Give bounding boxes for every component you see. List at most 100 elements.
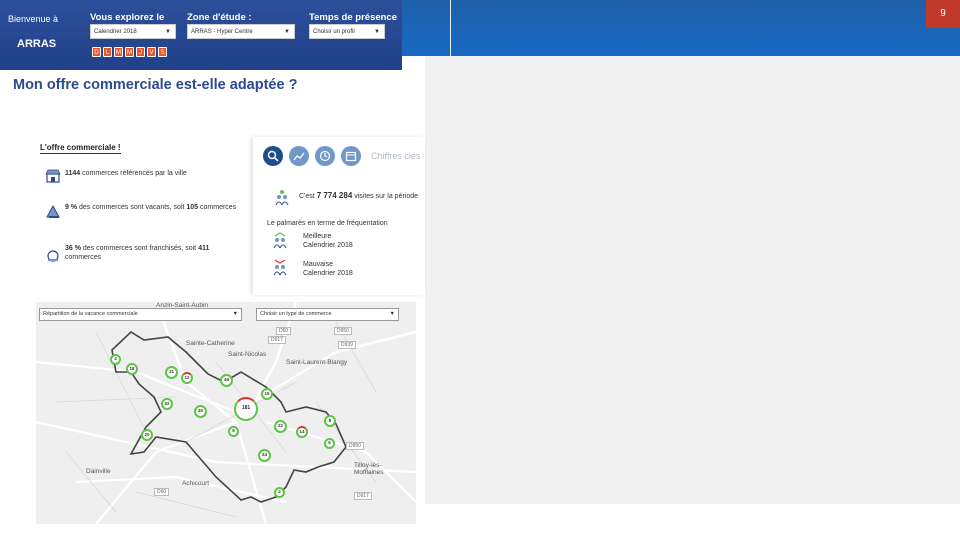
map-panel[interactable]: Répartition de la vacance commerciale ▼ … [36,302,416,524]
stat-vacant-unit: commerces [198,204,237,211]
place-label: Achicourt [182,480,210,487]
key-figures-label: Chiffres clés [371,151,421,161]
road-tag: D60 [276,327,292,335]
map-marker[interactable]: 6 [324,438,335,449]
banner-divider [450,0,451,56]
best-day-value: Calendrier 2018 [303,242,353,249]
map-marker[interactable]: 9 [228,426,239,437]
top-banner: 9 [402,0,960,56]
place-label: Anzin-Saint-Aubin [156,302,209,309]
worst-day: Mauvaise Calendrier 2018 [303,260,353,278]
page-title: Mon offre commerciale est-elle adaptée ? [13,77,298,93]
map-marker[interactable]: 31 [165,366,178,379]
best-day-label: Meilleure [303,233,332,240]
chevron-down-icon: ▼ [389,311,395,317]
shop-type-select[interactable]: Choisir un type de commerce ▼ [256,308,399,321]
day-button[interactable]: D [92,47,101,57]
stat-franchise-percent: 36 % [65,245,81,252]
presence-select-value: Choisir un profil [313,29,355,35]
day-button[interactable]: M [114,47,123,57]
zone-label: Zone d'étude : [187,12,252,23]
visitors-icon [275,190,289,206]
stat-total-value: 1144 [65,170,81,177]
shop-icon [45,169,61,183]
map-marker[interactable]: 30 [194,405,207,418]
map-marker[interactable]: 15 [261,388,273,400]
app-header: Bienvenue à ARRAS Vous explorez le Calen… [0,0,402,70]
stat-franchise-count: 411 [198,245,210,252]
vacancy-select[interactable]: Répartition de la vacance commerciale ▼ [39,308,242,321]
slide: 9 Bienvenue à ARRAS Vous explorez le Cal… [0,0,960,540]
ranking-title: Le palmarès en terme de fréquentation [267,220,388,227]
day-button[interactable]: S [158,47,167,57]
place-label: Saint-Laurent-Blangy [286,359,348,366]
road-tag: D939 [338,341,356,349]
best-day: Meilleure Calendrier 2018 [303,232,353,250]
trend-chart-icon[interactable] [289,146,309,166]
chevron-down-icon: ▼ [374,29,380,35]
chevron-down-icon: ▼ [165,29,171,35]
stat-franchise-text: des commerces sont franchisés, soit [80,245,199,252]
place-label: Sainte-Catherine [186,340,235,347]
page-number-badge: 9 [926,0,960,28]
map-marker[interactable]: 14 [296,426,308,438]
stat-vacant-text: des commerces sont vacants, soit [77,204,187,211]
stat-vacant-percent: 9 % [65,204,78,211]
visits-text: C'est 7 774 284 visites sur la période [299,191,425,201]
search-icon[interactable] [263,146,283,166]
map-marker[interactable]: 12 [181,372,193,384]
vacancy-select-value: Répartition de la vacance commerciale [43,311,138,317]
day-button[interactable]: M [125,47,134,57]
place-label: Saint-Nicolas [228,351,267,358]
stat-vacant: 9 % des commerces sont vacants, soit 105… [65,203,245,212]
worst-day-label: Mauvaise [303,261,333,268]
franchise-icon [47,250,59,262]
map-marker[interactable]: 18 [126,363,138,375]
stat-vacant-count: 105 [186,204,199,211]
map-marker[interactable]: 22 [274,420,287,433]
day-button[interactable]: V [147,47,156,57]
day-button[interactable]: J [136,47,145,57]
chevron-down-icon: ▼ [284,29,290,35]
visits-prefix: C'est [299,193,317,200]
visits-value: 7 774 284 [316,191,353,200]
map-roads [36,302,416,524]
road-tag: D917 [354,492,372,500]
map-marker[interactable]: 8 [324,415,336,427]
map-marker[interactable]: 32 [161,398,173,410]
map-marker[interactable]: 181 [234,397,258,421]
calendar-icon[interactable] [341,146,361,166]
day-selector: D L M M J V S [92,47,167,57]
stat-franchise-unit: commerces [65,254,102,261]
zone-select[interactable]: ARRAS - Hyper Centre ▼ [187,24,295,39]
road-tag: D950 [334,327,352,335]
explore-select[interactable]: Calendrier 2018 ▼ [90,24,176,39]
explore-label: Vous explorez le [90,12,165,23]
city-name: ARRAS [17,38,57,50]
road-tag: D950 [346,442,364,450]
key-figures-panel: Chiffres clés C'est 7 774 284 visites su… [253,137,425,295]
map-marker[interactable]: 20 [141,429,153,441]
clock-icon[interactable] [315,146,335,166]
map-marker[interactable]: 2 [274,487,285,498]
road-tag: D917 [268,336,286,344]
map-canvas[interactable] [36,302,416,524]
presence-select[interactable]: Choisir un profil ▼ [309,24,385,39]
place-label: Dainville [86,468,111,475]
stat-franchise: 36 % des commerces sont franchisés, soit… [65,244,245,262]
map-marker[interactable]: 4 [110,354,121,365]
map-marker[interactable]: 34 [258,449,271,462]
offer-panel: L'offre commerciale ! 1144 commerces réf… [33,133,253,291]
grey-background-panel [425,56,960,504]
offer-title: L'offre commerciale ! [40,143,121,154]
place-label: Tilloy-lès-Mofflaines [354,462,384,476]
vacant-shop-icon [46,205,60,218]
road-tag: D60 [154,488,170,496]
zone-select-value: ARRAS - Hyper Centre [191,29,253,35]
shop-type-select-value: Choisir un type de commerce [260,311,332,317]
visits-suffix: visites sur la période [352,193,419,200]
welcome-text: Bienvenue à [8,14,59,24]
day-button[interactable]: L [103,47,112,57]
stat-total: 1144 commerces référencés par la ville [65,169,245,178]
map-marker[interactable]: 46 [220,374,233,387]
